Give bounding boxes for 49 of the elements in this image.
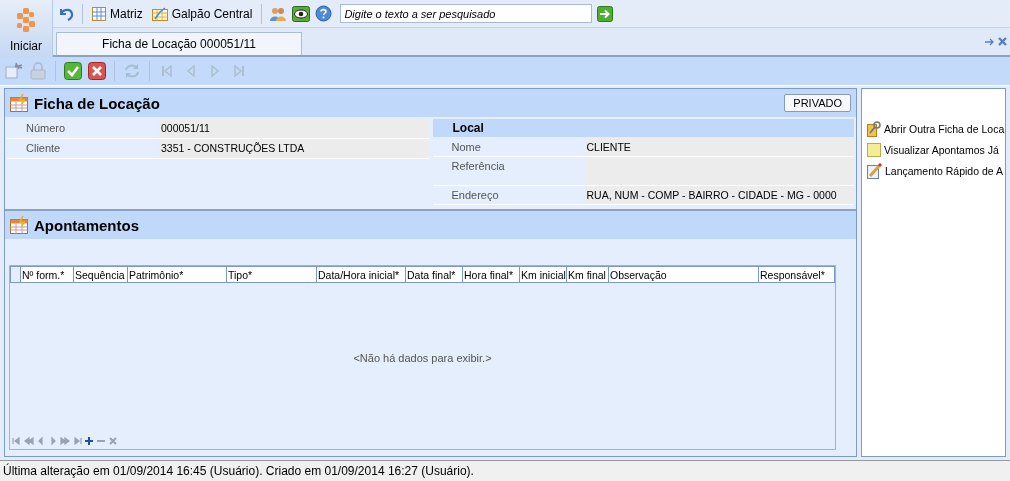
table-icon xyxy=(10,216,30,234)
status-text: Última alteração em 01/09/2014 16:45 (Usuário). Criado em 01/09/2014 16:27 (Usuário). xyxy=(3,464,474,478)
field-label: Cliente xyxy=(25,141,62,156)
pencil-note-icon xyxy=(867,163,882,179)
chart-sheet-icon xyxy=(151,6,168,21)
cancel-icon[interactable] xyxy=(88,62,106,80)
document-tab[interactable]: Ficha de Locação 000051/11 xyxy=(56,32,302,55)
field-value[interactable] xyxy=(584,156,854,186)
field-value[interactable]: 3351 - CONSTRUÇÕES LTDA xyxy=(159,139,429,158)
field-label: Endereço xyxy=(450,188,500,204)
column-header[interactable]: Patrimônio* xyxy=(128,266,227,283)
column-header[interactable]: Km inicial xyxy=(520,266,567,283)
field-value[interactable]: 000051/11 xyxy=(159,119,429,138)
field-label: Nome xyxy=(450,139,482,155)
warehouse-button[interactable]: Galpão Central xyxy=(149,6,255,21)
field-label: Referência xyxy=(450,158,506,174)
group-title: Local xyxy=(452,120,484,135)
private-button[interactable]: PRIVADO xyxy=(784,94,851,112)
empty-message: <Não há dados para exibir.> xyxy=(353,352,492,364)
pin-arrow-icon[interactable] xyxy=(985,37,995,46)
table-icon xyxy=(10,94,30,112)
close-icon[interactable] xyxy=(998,37,1007,46)
help-icon[interactable] xyxy=(315,5,333,22)
column-header[interactable]: Hora final* xyxy=(463,266,520,283)
section-title: Apontamentos xyxy=(34,216,139,234)
field-label: Número xyxy=(25,121,67,136)
field-value[interactable]: CLIENTE xyxy=(584,137,854,156)
column-header[interactable]: Nº form.* xyxy=(21,266,74,283)
add-icon[interactable] xyxy=(84,436,94,446)
column-header[interactable]: Sequência xyxy=(74,266,128,283)
start-button[interactable]: Iniciar xyxy=(0,0,53,57)
grid-icon xyxy=(92,6,106,21)
section-title: Ficha de Locação xyxy=(34,94,160,112)
note-icon xyxy=(867,143,881,157)
column-header[interactable]: Data final* xyxy=(406,266,463,283)
action-link[interactable]: Lançamento Rápido de A xyxy=(862,163,1005,179)
column-header[interactable]: Observação xyxy=(609,266,759,283)
company-button[interactable]: Matriz xyxy=(90,6,145,21)
search-field[interactable]: Digite o texto a ser pesquisado xyxy=(340,4,593,23)
column-header[interactable]: Km final xyxy=(567,266,609,283)
field-value[interactable]: RUA, NUM - COMP - BAIRRO - CIDADE - MG - 0000 xyxy=(584,186,854,204)
column-header[interactable]: Responsável* xyxy=(759,266,835,283)
confirm-icon[interactable] xyxy=(64,62,82,80)
action-link[interactable]: Abrir Outra Ficha de Loca xyxy=(862,121,1005,137)
column-header[interactable]: Data/Hora inicial* xyxy=(317,266,406,283)
eye-icon[interactable] xyxy=(292,5,311,22)
column-header[interactable]: Tipo* xyxy=(227,266,317,283)
key-icon xyxy=(867,121,881,137)
action-link[interactable]: Visualizar Apontamos Já xyxy=(862,143,1005,157)
